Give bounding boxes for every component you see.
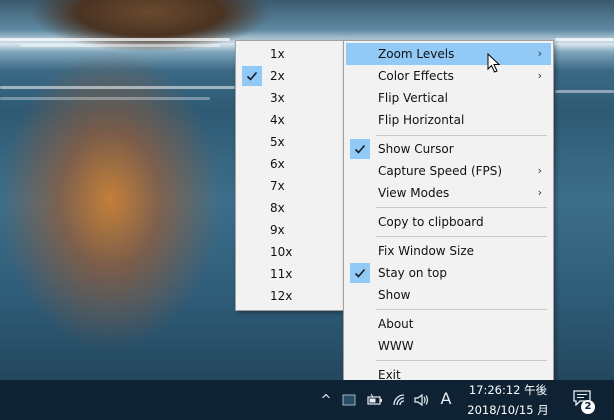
clock-time: 17:26:12 午後 [468, 383, 548, 397]
zoom-level-label: 9x [270, 223, 285, 237]
zoom-level-label: 8x [270, 201, 285, 215]
menu-item-copy-to-clipboard[interactable]: Copy to clipboard [346, 211, 551, 233]
menu-separator [376, 207, 547, 208]
menu-item-label: Flip Horizontal [378, 113, 465, 127]
menu-item-label: Show [378, 288, 411, 302]
zoom-level-label: 11x [270, 267, 293, 281]
menu-separator [376, 360, 547, 361]
wave [555, 38, 614, 41]
menu-item-label: Color Effects [378, 69, 454, 83]
zoom-level-item[interactable]: 5x [238, 131, 344, 153]
zoom-level-label: 1x [270, 47, 285, 61]
mouse-cursor-icon [487, 53, 501, 73]
menu-separator [376, 309, 547, 310]
chevron-right-icon: › [537, 47, 542, 60]
menu-item-label: Stay on top [378, 266, 448, 280]
notification-count-badge: 2 [581, 400, 595, 414]
menu-item-flip-horizontal[interactable]: Flip Horizontal [346, 109, 551, 131]
context-menu: Zoom Levels › Color Effects › Flip Verti… [343, 40, 554, 389]
zoom-level-label: 5x [270, 135, 285, 149]
zoom-level-item[interactable]: 3x [238, 87, 344, 109]
menu-separator [376, 135, 547, 136]
wave [0, 97, 210, 100]
menu-item-color-effects[interactable]: Color Effects › [346, 65, 551, 87]
wave [555, 90, 614, 93]
zoom-level-item[interactable]: 12x [238, 285, 344, 307]
zoom-level-item[interactable]: 6x [238, 153, 344, 175]
clock-date: 2018/10/15 月 [467, 403, 549, 417]
chevron-right-icon: › [537, 186, 542, 199]
menu-item-label: Fix Window Size [378, 244, 475, 258]
zoom-level-label: 2x [270, 69, 285, 83]
menu-item-about[interactable]: About [346, 313, 551, 335]
clock[interactable]: 17:26:12 午後 2018/10/15 月 [458, 382, 558, 418]
checkmark-icon [350, 139, 370, 159]
wave [0, 38, 230, 41]
menu-item-label: Copy to clipboard [378, 215, 484, 229]
zoom-level-label: 4x [270, 113, 285, 127]
menu-item-www[interactable]: WWW [346, 335, 551, 357]
zoom-level-item[interactable]: 4x [238, 109, 344, 131]
menu-separator [376, 236, 547, 237]
wifi-icon[interactable] [392, 393, 408, 412]
ime-indicator[interactable]: A [438, 391, 454, 407]
zoom-level-item[interactable]: 8x [238, 197, 344, 219]
menu-item-view-modes[interactable]: View Modes › [346, 182, 551, 204]
zoom-level-item[interactable]: 10x [238, 241, 344, 263]
zoom-level-item[interactable]: 11x [238, 263, 344, 285]
menu-item-label: View Modes [378, 186, 450, 200]
zoom-level-item[interactable]: 1x [238, 43, 344, 65]
volume-icon[interactable] [414, 393, 430, 412]
menu-item-zoom-levels[interactable]: Zoom Levels › [346, 43, 551, 65]
zoom-level-label: 7x [270, 179, 285, 193]
menu-item-label: Flip Vertical [378, 91, 448, 105]
menu-item-show[interactable]: Show [346, 284, 551, 306]
checkmark-icon [242, 66, 262, 86]
battery-icon[interactable] [367, 393, 383, 412]
menu-item-label: Show Cursor [378, 142, 454, 156]
zoom-levels-submenu: 1x 2x 3x 4x 5x 6x 7x 8x 9x 10x 11x 12x [235, 40, 347, 311]
menu-item-label: WWW [378, 339, 414, 353]
menu-item-label: Zoom Levels [378, 47, 455, 61]
menu-item-fix-window-size[interactable]: Fix Window Size [346, 240, 551, 262]
zoom-level-label: 10x [270, 245, 293, 259]
app-tray-icon[interactable] [342, 393, 356, 412]
checkmark-icon [350, 263, 370, 283]
menu-item-capture-speed[interactable]: Capture Speed (FPS) › [346, 160, 551, 182]
menu-item-label: Capture Speed (FPS) [378, 164, 503, 178]
menu-item-label: About [378, 317, 414, 331]
show-hidden-icons-chevron[interactable]: ^ [319, 393, 333, 409]
zoom-level-item[interactable]: 9x [238, 219, 344, 241]
zoom-level-item[interactable]: 2x [238, 65, 344, 87]
menu-item-flip-vertical[interactable]: Flip Vertical [346, 87, 551, 109]
wave [0, 86, 235, 89]
chevron-right-icon: › [537, 69, 542, 82]
zoom-level-item[interactable]: 7x [238, 175, 344, 197]
zoom-level-label: 6x [270, 157, 285, 171]
zoom-level-label: 3x [270, 91, 285, 105]
wave [20, 44, 220, 47]
menu-item-show-cursor[interactable]: Show Cursor [346, 138, 551, 160]
menu-item-stay-on-top[interactable]: Stay on top [346, 262, 551, 284]
zoom-level-label: 12x [270, 289, 293, 303]
chevron-right-icon: › [537, 164, 542, 177]
